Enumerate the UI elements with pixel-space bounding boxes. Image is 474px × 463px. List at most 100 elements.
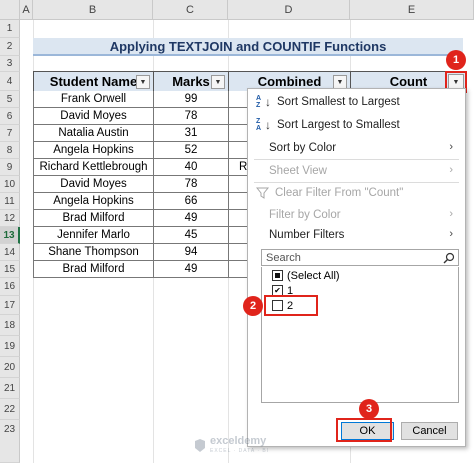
cell-marks[interactable]: 78 — [153, 176, 229, 193]
menu-sort-ascending[interactable]: AZ ↓ Sort Smallest to Largest — [256, 93, 461, 111]
cell-combined[interactable] — [228, 227, 248, 244]
row-header[interactable]: 22 — [0, 399, 20, 420]
watermark-brand: exceldemy — [210, 435, 267, 447]
cell-marks[interactable]: 66 — [153, 193, 229, 210]
row-header[interactable]: 2 — [0, 38, 20, 56]
column-header-a[interactable]: A — [20, 0, 33, 20]
row-header[interactable]: 18 — [0, 315, 20, 336]
filter-dropdown-student-name[interactable]: ▼ — [136, 75, 150, 89]
highlight-box-option-2 — [264, 295, 318, 316]
row-header[interactable]: 4 — [0, 72, 20, 91]
cell-student-name[interactable]: Richard Kettlebrough — [33, 159, 154, 176]
cell-marks[interactable]: 78 — [153, 108, 229, 125]
step-badge-3: 3 — [359, 399, 379, 419]
column-header-e[interactable]: E — [350, 0, 474, 20]
cell-student-name[interactable]: Shane Thompson — [33, 244, 154, 261]
menu-sort-by-color[interactable]: Sort by Color › — [256, 139, 461, 157]
cell-marks[interactable]: 99 — [153, 91, 229, 108]
header-combined-label: Combined — [257, 74, 322, 89]
filter-values-list: (Select All) ✔ 1 2 — [261, 267, 459, 403]
cell-combined[interactable] — [228, 176, 248, 193]
cell-combined[interactable] — [228, 125, 248, 142]
row-header[interactable]: 16 — [0, 278, 20, 296]
option-select-all[interactable]: (Select All) — [272, 269, 340, 282]
cell-marks[interactable]: 94 — [153, 244, 229, 261]
row-header[interactable]: 19 — [0, 336, 20, 357]
column-header-b[interactable]: B — [33, 0, 153, 20]
menu-sort-descending-label: Sort Largest to Smallest — [277, 119, 400, 131]
row-header[interactable]: 5 — [0, 91, 20, 108]
cell-marks[interactable]: 49 — [153, 261, 229, 278]
chevron-down-icon: ▼ — [139, 78, 147, 86]
cell-marks[interactable]: 45 — [153, 227, 229, 244]
cell-marks[interactable]: 49 — [153, 210, 229, 227]
down-arrow-icon: ↓ — [265, 95, 271, 109]
menu-sort-descending[interactable]: ZA ↓ Sort Largest to Smallest — [256, 116, 461, 134]
select-all-corner[interactable] — [0, 0, 20, 20]
column-header-d[interactable]: D — [228, 0, 350, 20]
cell-student-name[interactable]: Frank Orwell — [33, 91, 154, 108]
cell-combined[interactable] — [228, 261, 248, 278]
row-header[interactable]: 9 — [0, 159, 20, 176]
cancel-button[interactable]: Cancel — [401, 422, 458, 440]
menu-sort-ascending-label: Sort Smallest to Largest — [277, 96, 400, 108]
cell-combined[interactable] — [228, 210, 248, 227]
check-icon: ✔ — [274, 286, 281, 295]
cell-combined[interactable] — [228, 244, 248, 261]
step-badge-2: 2 — [243, 296, 263, 316]
chevron-right-icon: › — [449, 228, 453, 240]
cell-student-name[interactable]: Angela Hopkins — [33, 142, 154, 159]
row-header[interactable]: 23 — [0, 420, 20, 463]
search-icon — [443, 252, 455, 264]
filter-dropdown-marks[interactable]: ▼ — [211, 75, 225, 89]
cell-marks[interactable]: 52 — [153, 142, 229, 159]
chevron-right-icon: › — [449, 141, 453, 153]
cell-combined[interactable] — [228, 193, 248, 210]
cell-combined[interactable] — [228, 108, 248, 125]
row-header[interactable]: 7 — [0, 125, 20, 142]
menu-clear-filter-label: Clear Filter From "Count" — [275, 187, 404, 199]
row-header[interactable]: 20 — [0, 357, 20, 378]
chevron-down-icon: ▼ — [336, 78, 344, 86]
cell-combined[interactable] — [228, 91, 248, 108]
search-placeholder: Search — [266, 251, 301, 264]
menu-number-filters[interactable]: Number Filters › — [256, 226, 461, 244]
menu-clear-filter[interactable]: Clear Filter From "Count" — [256, 184, 461, 202]
chevron-down-icon: ▼ — [214, 78, 222, 86]
menu-sheet-view[interactable]: Sheet View › — [256, 162, 461, 180]
cell-marks[interactable]: 31 — [153, 125, 229, 142]
row-header[interactable]: 15 — [0, 261, 20, 278]
row-header[interactable]: 8 — [0, 142, 20, 159]
cell-student-name[interactable]: Angela Hopkins — [33, 193, 154, 210]
row-header[interactable]: 6 — [0, 108, 20, 125]
filter-dropdown-combined[interactable]: ▼ — [333, 75, 347, 89]
row-header[interactable]: 11 — [0, 193, 20, 210]
row-header[interactable]: 17 — [0, 296, 20, 315]
cell-combined[interactable] — [228, 142, 248, 159]
row-header[interactable]: 1 — [0, 20, 20, 38]
cell-combined[interactable]: R — [228, 159, 248, 176]
menu-filter-by-color[interactable]: Filter by Color › — [256, 206, 461, 224]
search-input[interactable]: Search — [261, 249, 459, 266]
row-header[interactable]: 3 — [0, 56, 20, 72]
checkbox-partial[interactable] — [272, 270, 283, 281]
row-header[interactable]: 21 — [0, 378, 20, 399]
menu-sort-by-color-label: Sort by Color — [269, 142, 337, 154]
partial-check-icon — [275, 273, 280, 278]
row-header[interactable]: 12 — [0, 210, 20, 227]
watermark-tagline: EXCEL · DATA · BI — [210, 448, 270, 454]
cell-student-name[interactable]: David Moyes — [33, 176, 154, 193]
row-header[interactable]: 14 — [0, 244, 20, 261]
sort-desc-icon: ZA — [256, 118, 262, 132]
cell-student-name[interactable]: Brad Milford — [33, 210, 154, 227]
column-header-c[interactable]: C — [153, 0, 228, 20]
cell-student-name[interactable]: Jennifer Marlo — [33, 227, 154, 244]
cell-marks[interactable]: 40 — [153, 159, 229, 176]
row-header-selected[interactable]: 13 — [0, 227, 20, 244]
cell-student-name[interactable]: Natalia Austin — [33, 125, 154, 142]
chevron-right-icon: › — [449, 164, 453, 176]
cell-student-name[interactable]: David Moyes — [33, 108, 154, 125]
cell-student-name[interactable]: Brad Milford — [33, 261, 154, 278]
header-student-name: Student Name ▼ — [33, 71, 154, 92]
row-header[interactable]: 10 — [0, 176, 20, 193]
